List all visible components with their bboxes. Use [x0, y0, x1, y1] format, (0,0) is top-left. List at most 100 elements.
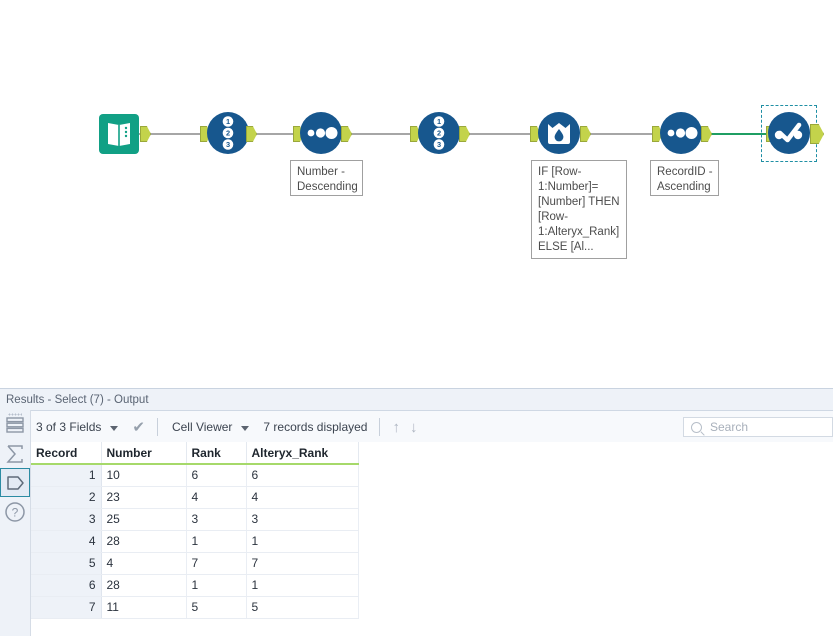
table-cell[interactable]: 10: [101, 464, 187, 487]
records-displayed-label: 7 records displayed: [263, 420, 368, 434]
svg-text:1: 1: [437, 117, 441, 126]
table-row[interactable]: 5477: [31, 552, 359, 575]
results-toolbar: 3 of 3 Fields ✔ Cell Viewer 7 records di…: [0, 411, 833, 444]
table-cell[interactable]: 5: [246, 596, 359, 619]
results-grid[interactable]: Record Number Rank Alteryx_Rank 1 10 6 6 2 23…: [31, 442, 833, 636]
svg-text:1: 1: [226, 117, 230, 126]
connector-out-recordid1[interactable]: [246, 126, 257, 142]
table-row[interactable]: 2 23 4 4: [31, 486, 359, 509]
table-cell[interactable]: 5: [186, 596, 247, 619]
search-icon: [691, 421, 702, 433]
table-cell[interactable]: 6: [186, 464, 247, 487]
table-cell[interactable]: 1: [31, 464, 102, 487]
tag-icon: [7, 475, 24, 490]
check-icon[interactable]: ✔: [132, 420, 145, 435]
column-header-number[interactable]: Number: [101, 442, 187, 465]
workflow-canvas[interactable]: 1 2 3 Number - Descending 1 2 3 IF [Row-…: [0, 0, 833, 388]
table-cell[interactable]: 7: [31, 596, 102, 619]
toolbar-divider: [379, 418, 381, 436]
drag-handle-dots-icon[interactable]: [8, 413, 22, 416]
scroll-down-icon[interactable]: ↓: [410, 420, 418, 435]
cell-viewer-label: Cell Viewer: [171, 420, 233, 434]
table-cell[interactable]: 4: [186, 486, 247, 509]
table-cell[interactable]: 4: [246, 486, 359, 509]
table-cell[interactable]: 4: [101, 552, 187, 575]
rail-button-data-rows[interactable]: [0, 410, 30, 439]
table-cell[interactable]: 4: [31, 530, 102, 553]
table-row[interactable]: 4 28 1 1: [31, 530, 359, 553]
node-select[interactable]: [767, 111, 811, 155]
table-cell[interactable]: 1: [246, 530, 359, 553]
chevron-down-icon[interactable]: [110, 425, 119, 431]
connector-out-sort1[interactable]: [341, 126, 352, 142]
table-cell[interactable]: 28: [101, 574, 187, 597]
table-row[interactable]: 1 10 6 6: [31, 464, 359, 487]
search-box[interactable]: [683, 417, 833, 437]
table-cell[interactable]: 23: [101, 486, 187, 509]
record-id-123-icon: 1 2 3: [418, 112, 460, 154]
svg-text:3: 3: [226, 140, 230, 149]
connector-out-multi-row-formula[interactable]: [580, 126, 591, 142]
svg-text:2: 2: [226, 129, 230, 138]
annotation-sort-2: RecordID - Ascending: [650, 160, 719, 196]
table-cell[interactable]: 5: [31, 552, 102, 575]
table-row[interactable]: 7 11 5 5: [31, 596, 359, 619]
table-cell[interactable]: 25: [101, 508, 187, 531]
question-mark-icon: ?: [5, 501, 25, 522]
search-input[interactable]: [708, 419, 822, 435]
table-cell[interactable]: 3: [31, 508, 102, 531]
fields-label: 3 of 3 Fields: [36, 420, 102, 434]
toolbar-divider: [156, 418, 158, 436]
node-multi-row-formula[interactable]: [537, 111, 581, 155]
fields-selector[interactable]: 3 of 3 Fields: [34, 420, 119, 434]
table-cell[interactable]: 28: [101, 530, 187, 553]
table-row[interactable]: 6 28 1 1: [31, 574, 359, 597]
results-title: Results - Select (7) - Output: [6, 393, 149, 406]
connector-out-sort2[interactable]: [701, 126, 712, 142]
table-cell[interactable]: 1: [186, 574, 247, 597]
sigma-icon: [6, 444, 23, 463]
results-titlebar[interactable]: Results - Select (7) - Output: [0, 389, 833, 411]
connector-out-select[interactable]: [810, 124, 824, 144]
table-body: 1 10 6 6 2 23 4 4 3 25 3 3 4 28 1 1 5 4 7 7 6 28 1 1 7 11 5 5: [31, 464, 359, 619]
table-row[interactable]: 3 25 3 3: [31, 508, 359, 531]
scroll-up-icon[interactable]: ↑: [392, 420, 400, 435]
multi-row-formula-icon: [538, 112, 580, 154]
table-cell[interactable]: 1: [186, 530, 247, 553]
connector-out-input-data[interactable]: [140, 126, 151, 142]
wire-sort1-to-recordid2: [343, 133, 421, 135]
svg-text:3: 3: [437, 140, 441, 149]
table-header-row: Record Number Rank Alteryx_Rank: [31, 442, 359, 465]
table-cell[interactable]: 3: [246, 508, 359, 531]
sort-dots-icon: [300, 112, 342, 154]
annotation-multi-row-formula: IF [Row- 1:Number]= [Number] THEN [Row- …: [531, 160, 627, 259]
column-header-record[interactable]: Record: [31, 442, 102, 465]
column-header-alteryx-rank[interactable]: Alteryx_Rank: [246, 442, 359, 465]
table-cell[interactable]: 7: [186, 552, 247, 575]
node-record-id-1[interactable]: 1 2 3: [206, 111, 250, 155]
chevron-down-icon[interactable]: [241, 425, 250, 431]
table-cell[interactable]: 2: [31, 486, 102, 509]
rail-button-profile[interactable]: [0, 439, 30, 468]
table-cell[interactable]: 6: [246, 464, 359, 487]
table-cell[interactable]: 6: [31, 574, 102, 597]
rows-stack-icon: [6, 416, 24, 433]
book-icon: [99, 114, 139, 154]
results-pane: Results - Select (7) - Output 3 of 3 Fie…: [0, 388, 833, 636]
results-icon-rail: ?: [0, 410, 31, 636]
node-sort-1[interactable]: [299, 111, 343, 155]
connector-out-recordid2[interactable]: [459, 126, 470, 142]
node-input-data[interactable]: [97, 112, 141, 156]
cell-viewer-selector[interactable]: Cell Viewer: [170, 420, 250, 434]
rail-button-help[interactable]: ?: [0, 497, 30, 526]
annotation-sort-1: Number - Descending: [290, 160, 363, 196]
table-cell[interactable]: 11: [101, 596, 187, 619]
table-cell[interactable]: 7: [246, 552, 359, 575]
table-cell[interactable]: 3: [186, 508, 247, 531]
wire-recordid2-to-formula: [462, 133, 540, 135]
rail-button-metadata[interactable]: [0, 468, 30, 497]
column-header-rank[interactable]: Rank: [186, 442, 247, 465]
table-cell[interactable]: 1: [246, 574, 359, 597]
node-record-id-2[interactable]: 1 2 3: [417, 111, 461, 155]
node-sort-2[interactable]: [659, 111, 703, 155]
